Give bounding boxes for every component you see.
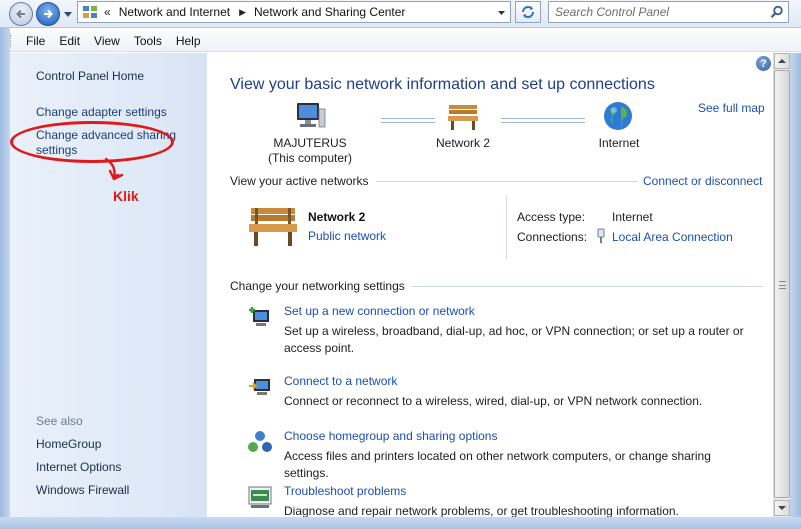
task-description: Set up a wireless, broadband, dial-up, a… bbox=[284, 324, 744, 355]
scroll-down-button[interactable] bbox=[774, 500, 790, 516]
connect-or-disconnect-link[interactable]: Connect or disconnect bbox=[643, 174, 762, 188]
map-node-network[interactable]: Network 2 bbox=[417, 136, 509, 151]
chevron-down-icon[interactable] bbox=[497, 8, 506, 17]
menu-file[interactable]: File bbox=[26, 34, 45, 48]
connections-label: Connections: bbox=[517, 230, 588, 244]
networking-settings-heading: Change your networking settings bbox=[230, 279, 405, 293]
refresh-icon bbox=[522, 6, 534, 18]
new-connection-icon bbox=[249, 307, 269, 326]
active-network-name: Network 2 bbox=[308, 210, 366, 224]
see-also-heading: See also bbox=[36, 414, 83, 428]
arrow-left-icon bbox=[16, 9, 25, 19]
setup-connection-link[interactable]: Set up a new connection or network bbox=[284, 304, 475, 318]
internet-options-link[interactable]: Internet Options bbox=[36, 460, 121, 475]
help-button[interactable]: ? bbox=[756, 56, 771, 71]
page-title: View your basic network information and … bbox=[230, 76, 655, 93]
arrow-right-icon bbox=[44, 9, 53, 19]
forward-button[interactable] bbox=[36, 2, 60, 26]
homegroup-link[interactable]: HomeGroup bbox=[36, 437, 101, 452]
window-frame-left bbox=[0, 28, 10, 529]
globe-icon bbox=[604, 102, 632, 130]
annotation-arrow-icon bbox=[104, 157, 124, 181]
scrollbar-thumb[interactable] bbox=[774, 70, 790, 498]
navigation-pane: Control Panel Home Change adapter settin… bbox=[10, 53, 207, 529]
section-divider bbox=[376, 181, 638, 182]
connect-to-network-link[interactable]: Connect to a network bbox=[284, 374, 397, 388]
network-location-link[interactable]: Public network bbox=[308, 229, 386, 243]
overflow-chevron-icon[interactable]: « bbox=[104, 5, 111, 19]
troubleshoot-icon bbox=[248, 486, 272, 508]
address-bar: « Network and Internet ▶ Network and Sha… bbox=[0, 0, 801, 28]
see-full-map-link[interactable]: See full map bbox=[698, 101, 765, 115]
help-icon: ? bbox=[760, 57, 767, 70]
access-type-label: Access type: bbox=[517, 210, 586, 224]
history-dropdown-icon[interactable] bbox=[63, 9, 73, 19]
thumb-grip bbox=[779, 281, 786, 289]
task-description: Access files and printers located on oth… bbox=[284, 449, 711, 480]
homegroup-sharing-link[interactable]: Choose homegroup and sharing options bbox=[284, 429, 497, 443]
annotation-label: Klik bbox=[113, 188, 139, 204]
annotation-circle bbox=[10, 121, 174, 163]
connect-network-icon bbox=[249, 379, 270, 395]
computer-subtitle: (This computer) bbox=[267, 151, 353, 165]
vertical-scrollbar[interactable] bbox=[773, 53, 790, 517]
bench-icon bbox=[249, 208, 297, 246]
change-adapter-settings-link[interactable]: Change adapter settings bbox=[36, 105, 167, 120]
vertical-divider bbox=[506, 195, 507, 259]
map-node-internet[interactable]: Internet bbox=[583, 136, 655, 151]
task-description: Connect or reconnect to a wireless, wire… bbox=[284, 394, 703, 408]
content-pane: ? View your basic network information an… bbox=[207, 53, 773, 529]
address-field[interactable]: « Network and Internet ▶ Network and Sha… bbox=[77, 1, 511, 23]
chevron-down-icon bbox=[778, 506, 786, 510]
breadcrumb-sharing-center[interactable]: Network and Sharing Center bbox=[254, 5, 405, 19]
window-frame-bottom bbox=[0, 517, 801, 529]
troubleshoot-problems-link[interactable]: Troubleshoot problems bbox=[284, 484, 406, 498]
homegroup-icon bbox=[248, 431, 272, 452]
menu-view[interactable]: View bbox=[94, 34, 120, 48]
bench-icon bbox=[448, 105, 478, 130]
search-input[interactable] bbox=[555, 2, 765, 22]
ethernet-plug-icon bbox=[597, 228, 605, 243]
scroll-up-button[interactable] bbox=[774, 53, 790, 69]
breadcrumb-network-internet[interactable]: Network and Internet bbox=[119, 5, 230, 19]
breadcrumb-separator-icon[interactable]: ▶ bbox=[239, 7, 246, 18]
chevron-up-icon bbox=[778, 59, 786, 63]
access-type-value: Internet bbox=[612, 210, 653, 224]
control-panel-home-link[interactable]: Control Panel Home bbox=[36, 69, 144, 84]
computer-name: MAJUTERUS bbox=[273, 136, 347, 150]
menu-tools[interactable]: Tools bbox=[134, 34, 162, 48]
search-icon[interactable] bbox=[770, 5, 784, 19]
map-link-line bbox=[381, 118, 435, 123]
menu-bar: File Edit View Tools Help bbox=[0, 30, 801, 52]
window-frame-right bbox=[790, 53, 801, 529]
refresh-button[interactable] bbox=[515, 1, 541, 23]
active-networks-heading: View your active networks bbox=[230, 174, 369, 188]
computer-icon bbox=[297, 103, 326, 128]
network-folder-icon bbox=[83, 6, 97, 18]
menu-edit[interactable]: Edit bbox=[59, 34, 80, 48]
section-divider bbox=[411, 286, 763, 287]
map-link-line bbox=[501, 118, 585, 123]
menu-grip bbox=[10, 35, 13, 47]
menu-help[interactable]: Help bbox=[176, 34, 201, 48]
local-area-connection-link[interactable]: Local Area Connection bbox=[612, 230, 733, 244]
windows-firewall-link[interactable]: Windows Firewall bbox=[36, 483, 129, 498]
search-box bbox=[548, 1, 789, 23]
back-button[interactable] bbox=[9, 2, 33, 26]
map-node-computer[interactable]: MAJUTERUS (This computer) bbox=[245, 136, 375, 166]
